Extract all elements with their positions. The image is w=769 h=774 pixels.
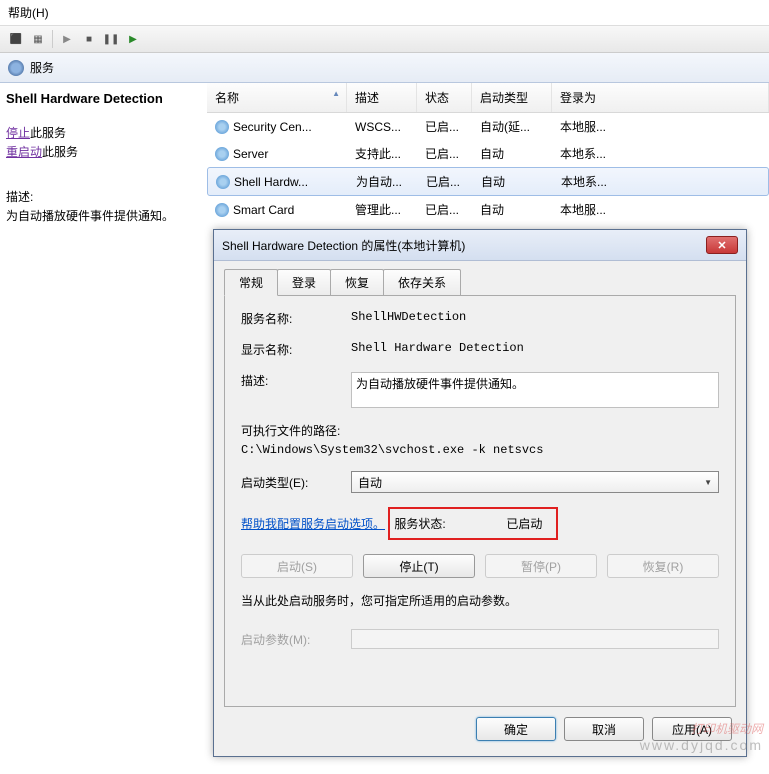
- start-button: 启动(S): [241, 554, 353, 578]
- toolbar: ⬛ ▦ ▶ ■ ❚❚ ▶: [0, 26, 769, 53]
- service-icon: [216, 175, 230, 189]
- cell-status: 已启...: [417, 143, 472, 164]
- table-row[interactable]: Shell Hardw... 为自动...已启...自动本地系...: [207, 167, 769, 196]
- dialog-footer: 确定 取消 应用(A): [214, 707, 746, 751]
- toolbar-restart-icon[interactable]: ▶: [123, 29, 143, 49]
- startup-type-label: 启动类型(E):: [241, 474, 351, 491]
- dialog-title: Shell Hardware Detection 的属性(本地计算机): [222, 237, 465, 254]
- tab-recovery[interactable]: 恢复: [330, 269, 384, 295]
- table-row[interactable]: Smart Card 管理此...已启...自动本地服...: [207, 196, 769, 223]
- executable-path-label: 可执行文件的路径:: [241, 422, 719, 439]
- display-name-label: 显示名称:: [241, 341, 351, 358]
- properties-dialog: Shell Hardware Detection 的属性(本地计算机) ✕ 常规…: [213, 229, 747, 757]
- toolbar-pause-icon[interactable]: ❚❚: [101, 29, 121, 49]
- stop-button[interactable]: 停止(T): [363, 554, 475, 578]
- menu-help[interactable]: 帮助(H): [8, 6, 49, 20]
- stop-service-link[interactable]: 停止: [6, 126, 30, 140]
- apply-button[interactable]: 应用(A): [652, 717, 732, 741]
- tab-strip: 常规 登录 恢复 依存关系: [214, 261, 746, 295]
- service-icon: [215, 147, 229, 161]
- ok-button[interactable]: 确定: [476, 717, 556, 741]
- table-header: 名称 描述 状态 启动类型 登录为: [207, 83, 769, 113]
- service-status-label: 服务状态:: [394, 515, 506, 532]
- tab-logon[interactable]: 登录: [277, 269, 331, 295]
- cell-desc: 支持此...: [347, 143, 417, 164]
- cell-desc: 为自动...: [348, 171, 418, 192]
- cell-desc: 管理此...: [347, 199, 417, 220]
- cell-name: Server: [233, 147, 268, 161]
- tab-dependencies[interactable]: 依存关系: [383, 269, 461, 295]
- executable-path-value: C:\Windows\System32\svchost.exe -k netsv…: [241, 443, 719, 457]
- service-name-label: 服务名称:: [241, 310, 351, 327]
- resume-button: 恢复(R): [607, 554, 719, 578]
- cell-startup: 自动: [472, 199, 552, 220]
- cell-name: Shell Hardw...: [234, 175, 308, 189]
- tab-body: 服务名称: ShellHWDetection 显示名称: Shell Hardw…: [224, 295, 736, 707]
- menu-bar: 帮助(H): [0, 0, 769, 26]
- description-box[interactable]: 为自动播放硬件事件提供通知。: [351, 372, 719, 408]
- cell-logon: 本地服...: [552, 199, 769, 220]
- startup-param-input: [351, 629, 719, 649]
- service-status-value: 已启动: [506, 515, 542, 532]
- restart-suffix: 此服务: [42, 145, 78, 159]
- startup-param-hint: 当从此处启动服务时，您可指定所适用的启动参数。: [241, 592, 719, 609]
- cell-startup: 自动: [472, 143, 552, 164]
- restart-service-link[interactable]: 重启动: [6, 145, 42, 159]
- cell-logon: 本地服...: [552, 116, 769, 137]
- cancel-button[interactable]: 取消: [564, 717, 644, 741]
- pause-button: 暂停(P): [485, 554, 597, 578]
- cell-status: 已启...: [418, 171, 473, 192]
- column-name[interactable]: 名称: [207, 83, 347, 112]
- table-row[interactable]: Security Cen... WSCS...已启...自动(延...本地服...: [207, 113, 769, 140]
- table-row[interactable]: Server 支持此...已启...自动本地系...: [207, 140, 769, 167]
- toolbar-play-icon[interactable]: ▶: [57, 29, 77, 49]
- cell-status: 已启...: [417, 116, 472, 137]
- cell-logon: 本地系...: [552, 143, 769, 164]
- tab-general[interactable]: 常规: [224, 269, 278, 296]
- description-label: 描述:: [6, 188, 201, 205]
- service-name-value: ShellHWDetection: [351, 310, 719, 324]
- cell-desc: WSCS...: [347, 118, 417, 136]
- toolbar-separator: [52, 30, 53, 48]
- cell-startup: 自动(延...: [472, 116, 552, 137]
- dialog-titlebar[interactable]: Shell Hardware Detection 的属性(本地计算机) ✕: [214, 230, 746, 261]
- help-configure-link[interactable]: 帮助我配置服务启动选项。: [241, 515, 385, 532]
- cell-name: Security Cen...: [233, 120, 312, 134]
- stop-suffix: 此服务: [30, 126, 66, 140]
- column-description[interactable]: 描述: [347, 83, 417, 112]
- toolbar-back-icon[interactable]: ⬛: [6, 29, 26, 49]
- startup-param-label: 启动参数(M):: [241, 631, 351, 648]
- column-status[interactable]: 状态: [417, 83, 472, 112]
- toolbar-stop-icon[interactable]: ■: [79, 29, 99, 49]
- service-icon: [215, 203, 229, 217]
- column-logon[interactable]: 登录为: [552, 83, 769, 112]
- services-icon: [8, 60, 24, 76]
- startup-type-dropdown[interactable]: 自动 ▼: [351, 471, 719, 493]
- close-button[interactable]: ✕: [706, 236, 738, 254]
- service-icon: [215, 120, 229, 134]
- cell-name: Smart Card: [233, 203, 294, 217]
- selected-service-name: Shell Hardware Detection: [6, 91, 201, 106]
- dropdown-arrow-icon: ▼: [704, 478, 712, 487]
- cell-status: 已启...: [417, 199, 472, 220]
- cell-startup: 自动: [473, 171, 553, 192]
- column-startup[interactable]: 启动类型: [472, 83, 552, 112]
- status-highlight: 服务状态: 已启动: [388, 507, 558, 540]
- detail-pane: Shell Hardware Detection 停止此服务 重启动此服务 描述…: [0, 83, 207, 774]
- sub-header-title: 服务: [30, 59, 54, 76]
- cell-logon: 本地系...: [553, 171, 768, 192]
- display-name-value: Shell Hardware Detection: [351, 341, 719, 355]
- toolbar-view-icon[interactable]: ▦: [28, 29, 48, 49]
- description-text: 为自动播放硬件事件提供通知。: [6, 207, 201, 224]
- sub-header: 服务: [0, 53, 769, 83]
- description-field-label: 描述:: [241, 372, 351, 389]
- startup-type-value: 自动: [358, 474, 382, 491]
